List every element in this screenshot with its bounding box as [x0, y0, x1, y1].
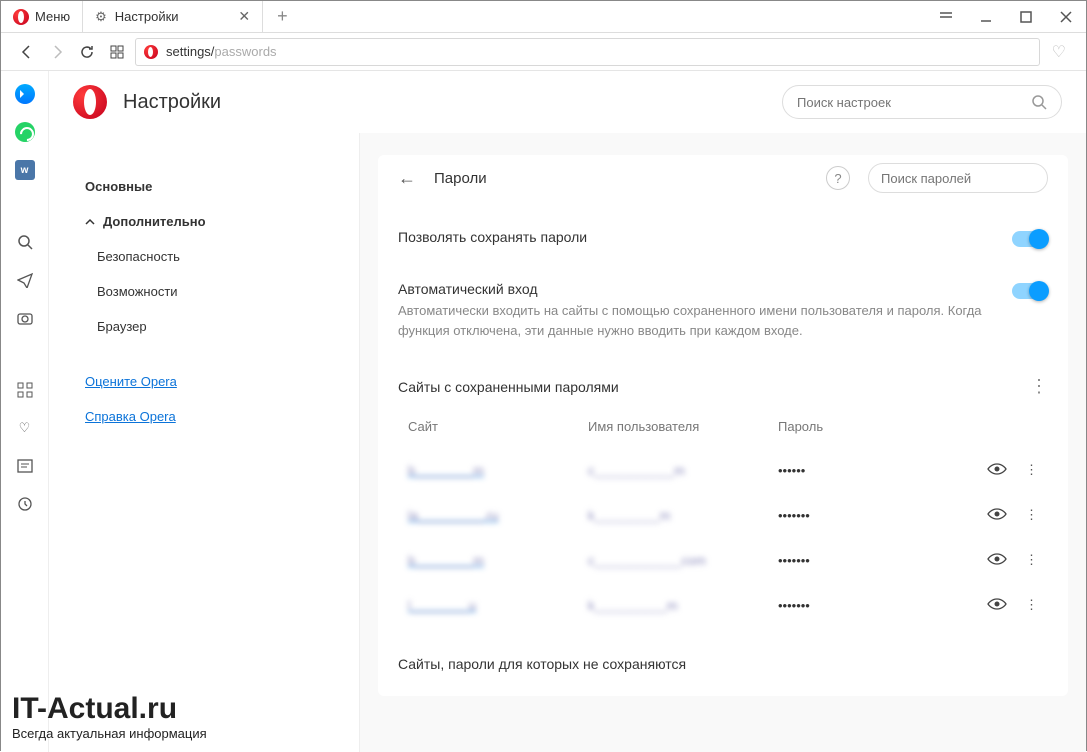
close-window-button[interactable]: [1046, 1, 1086, 33]
table-header: Сайт Имя пользователя Пароль: [398, 405, 1048, 448]
col-site: Сайт: [408, 419, 588, 434]
saved-section-more-icon[interactable]: ⋮: [1030, 376, 1048, 397]
reveal-password-icon[interactable]: [987, 552, 1007, 569]
bookmark-heart-icon[interactable]: ♡: [1046, 42, 1072, 62]
setting-save-passwords: Позволять сохранять пароли: [378, 213, 1068, 265]
nav-help-opera[interactable]: Справка Opera: [73, 399, 335, 434]
passwords-panel: ← Пароли ? Позволять сохранять пароли: [359, 133, 1086, 752]
opera-logo-icon: [13, 9, 29, 25]
username-cell: c____________com: [588, 553, 778, 568]
username-cell: c___________m: [588, 463, 778, 478]
auto-login-title: Автоматический вход: [398, 281, 996, 297]
reveal-password-icon[interactable]: [987, 597, 1007, 614]
opera-logo-large-icon: [73, 85, 107, 119]
password-cell: •••••••: [778, 598, 928, 613]
saved-passwords-heading: Сайты с сохраненными паролями ⋮: [378, 356, 1068, 401]
row-more-icon[interactable]: ⋮: [1025, 552, 1038, 569]
tab-title: Настройки: [115, 9, 179, 24]
main-area: w ♡ Настройки Основные Дополнител: [1, 71, 1086, 752]
maximize-button[interactable]: [1006, 1, 1046, 33]
col-user: Имя пользователя: [588, 419, 778, 434]
search-settings-input[interactable]: [797, 95, 1032, 110]
speed-dial-button[interactable]: [105, 40, 129, 64]
col-pass: Пароль: [778, 419, 928, 434]
table-row[interactable]: b________m c___________m•••••• ⋮: [398, 448, 1048, 493]
setting-auto-login: Автоматический вход Автоматически входит…: [378, 265, 1068, 356]
extensions-icon[interactable]: [14, 379, 36, 401]
help-icon[interactable]: ?: [826, 166, 850, 190]
row-more-icon[interactable]: ⋮: [1025, 597, 1038, 614]
password-cell: ••••••: [778, 463, 928, 478]
camera-icon[interactable]: [14, 307, 36, 329]
password-cell: •••••••: [778, 508, 928, 523]
search-passwords-field[interactable]: [868, 163, 1048, 193]
forward-button[interactable]: [45, 40, 69, 64]
table-row[interactable]: la_________.ru k_________m••••••• ⋮: [398, 493, 1048, 538]
reveal-password-icon[interactable]: [987, 507, 1007, 524]
nav-rate-opera[interactable]: Оцените Opera: [73, 364, 335, 399]
address-bar: settings/passwords ♡: [1, 33, 1086, 71]
site-link[interactable]: la_________.ru: [408, 508, 498, 523]
close-tab-icon[interactable]: ✕: [238, 8, 250, 25]
site-link[interactable]: l________u: [408, 598, 476, 613]
messenger-icon[interactable]: [14, 83, 36, 105]
chevron-up-icon: [85, 217, 95, 227]
search-icon: [1032, 95, 1047, 110]
passwords-table: Сайт Имя пользователя Пароль b________mc…: [378, 401, 1068, 632]
back-arrow-icon[interactable]: ←: [398, 168, 416, 189]
password-cell: •••••••: [778, 553, 928, 568]
settings-side-nav: Основные Дополнительно Безопасность Возм…: [49, 133, 359, 752]
minimize-button[interactable]: [966, 1, 1006, 33]
content-body: Основные Дополнительно Безопасность Возм…: [49, 133, 1086, 752]
back-button[interactable]: [15, 40, 39, 64]
table-row[interactable]: b________m c____________com••••••• ⋮: [398, 538, 1048, 583]
search-passwords-input[interactable]: [881, 171, 1057, 186]
history-icon[interactable]: [14, 493, 36, 515]
row-more-icon[interactable]: ⋮: [1025, 462, 1038, 479]
nav-features[interactable]: Возможности: [73, 274, 335, 309]
url-field[interactable]: settings/passwords: [135, 38, 1040, 66]
nav-basic[interactable]: Основные: [73, 169, 335, 204]
search-sidebar-icon[interactable]: [14, 231, 36, 253]
site-link[interactable]: b________m: [408, 553, 484, 568]
window-titlebar: Меню ⚙ Настройки ✕ +: [1, 1, 1086, 33]
save-passwords-label: Позволять сохранять пароли: [398, 229, 996, 245]
table-row[interactable]: l________u k__________m••••••• ⋮: [398, 583, 1048, 628]
new-tab-button[interactable]: +: [263, 1, 302, 32]
gear-icon: ⚙: [95, 9, 107, 25]
nav-security[interactable]: Безопасность: [73, 239, 335, 274]
site-link[interactable]: b________m: [408, 463, 484, 478]
auto-login-desc: Автоматически входить на сайты с помощью…: [398, 301, 996, 340]
username-cell: k_________m: [588, 508, 778, 523]
tabs-overview-icon[interactable]: [926, 1, 966, 33]
row-more-icon[interactable]: ⋮: [1025, 507, 1038, 524]
window-controls: [926, 1, 1086, 32]
menu-label: Меню: [35, 9, 70, 24]
page-title: Настройки: [123, 91, 221, 114]
settings-content: Настройки Основные Дополнительно Безопас…: [49, 71, 1086, 752]
vk-icon[interactable]: w: [14, 159, 36, 181]
opera-favicon-icon: [144, 45, 158, 59]
news-icon[interactable]: [14, 455, 36, 477]
left-rail: w ♡: [1, 71, 49, 752]
search-settings-field[interactable]: [782, 85, 1062, 119]
nav-browser[interactable]: Браузер: [73, 309, 335, 344]
panel-header: ← Пароли ?: [378, 155, 1068, 213]
reveal-password-icon[interactable]: [987, 462, 1007, 479]
username-cell: k__________m: [588, 598, 778, 613]
send-icon[interactable]: [14, 269, 36, 291]
whatsapp-icon[interactable]: [14, 121, 36, 143]
panel-title: Пароли: [434, 170, 487, 187]
reload-button[interactable]: [75, 40, 99, 64]
nav-advanced[interactable]: Дополнительно: [73, 204, 335, 239]
browser-tab-settings[interactable]: ⚙ Настройки ✕: [83, 1, 263, 32]
save-passwords-toggle[interactable]: [1012, 231, 1048, 247]
never-save-heading: Сайты, пароли для которых не сохраняются: [378, 632, 1068, 696]
opera-menu-button[interactable]: Меню: [1, 1, 83, 32]
auto-login-toggle[interactable]: [1012, 283, 1048, 299]
url-text: settings/passwords: [166, 44, 277, 59]
settings-header: Настройки: [49, 71, 1086, 133]
heart-sidebar-icon[interactable]: ♡: [14, 417, 36, 439]
